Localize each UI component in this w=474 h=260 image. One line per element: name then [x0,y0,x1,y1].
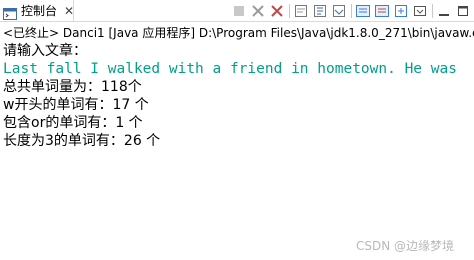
watermark: CSDN @边缘梦境 [355,239,454,253]
remove-all-terminated-icon[interactable] [250,3,266,19]
process-status-line: <已终止> Danci1 [Java 应用程序] D:\Program File… [3,26,474,40]
console-icon [3,5,17,20]
toolbar-separator [289,3,290,18]
console-line: 包含or的单词有：1 个 [3,115,143,131]
console-line: 总共单词量为：118个 [3,79,142,95]
view-tab-bar: 控制台 ✕ [0,0,474,22]
scroll-lock-icon[interactable] [312,3,328,19]
console-toolbar [231,0,474,21]
tab-console[interactable]: 控制台 ✕ [0,0,74,21]
clear-console-icon[interactable] [293,3,309,19]
show-console-on-error-icon[interactable] [374,3,390,19]
console-input-line: Last fall I walked with a friend in home… [3,61,457,77]
open-console-icon[interactable] [393,3,409,19]
console-line: 请输入文章： [3,43,87,59]
console-output[interactable]: 请输入文章： Last fall I walked with a friend … [3,42,473,150]
toolbar-separator [432,3,433,18]
console-line: 长度为3的单词有：26 个 [3,133,161,149]
maximize-icon[interactable] [455,3,471,19]
console-view: 控制台 ✕ <已终止> Danci1 [Java 应用程序] D:\Progra… [0,0,474,260]
terminate-icon[interactable] [231,3,247,19]
show-console-on-output-icon[interactable] [355,3,371,19]
minimize-icon[interactable] [436,3,452,19]
tab-console-label: 控制台 [21,4,58,18]
toolbar-separator [351,3,352,18]
close-icon[interactable]: ✕ [64,4,74,18]
console-line: w开头的单词有：17 个 [3,97,149,113]
remove-launch-icon[interactable] [269,3,285,19]
word-wrap-icon[interactable] [331,3,347,19]
display-selected-console-icon[interactable] [412,3,428,19]
